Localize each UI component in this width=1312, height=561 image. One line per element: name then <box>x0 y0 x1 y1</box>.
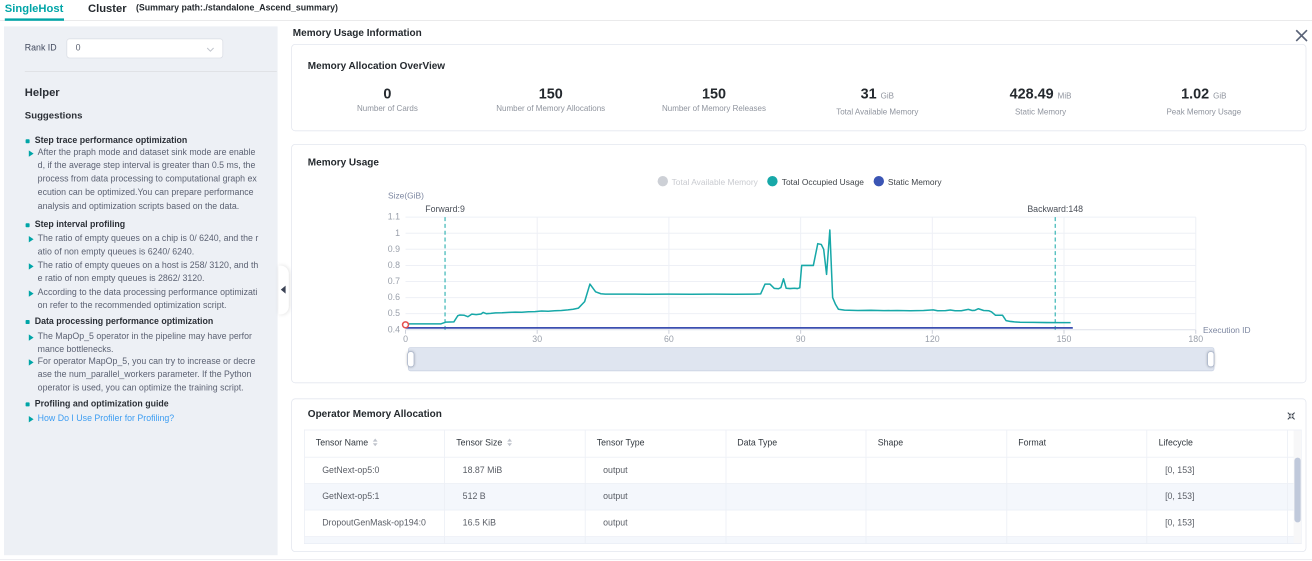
svg-text:120: 120 <box>925 334 940 344</box>
svg-text:0.6: 0.6 <box>388 292 400 302</box>
svg-text:0.8: 0.8 <box>388 260 400 270</box>
svg-text:0.4: 0.4 <box>388 324 400 334</box>
svg-text:Backward:148: Backward:148 <box>1027 204 1083 214</box>
svg-text:Execution ID: Execution ID <box>1203 325 1251 335</box>
svg-text:0.7: 0.7 <box>388 276 400 286</box>
svg-text:0: 0 <box>403 334 408 344</box>
svg-text:60: 60 <box>664 334 674 344</box>
svg-text:90: 90 <box>796 334 806 344</box>
svg-text:150: 150 <box>1056 334 1071 344</box>
svg-text:Size(GiB): Size(GiB) <box>388 190 424 200</box>
svg-text:30: 30 <box>532 334 542 344</box>
svg-text:0.9: 0.9 <box>388 244 400 254</box>
svg-text:1.1: 1.1 <box>388 212 400 222</box>
svg-text:Forward:9: Forward:9 <box>425 204 465 214</box>
svg-text:180: 180 <box>1188 334 1203 344</box>
svg-text:0.5: 0.5 <box>388 308 400 318</box>
svg-text:1: 1 <box>395 228 400 238</box>
